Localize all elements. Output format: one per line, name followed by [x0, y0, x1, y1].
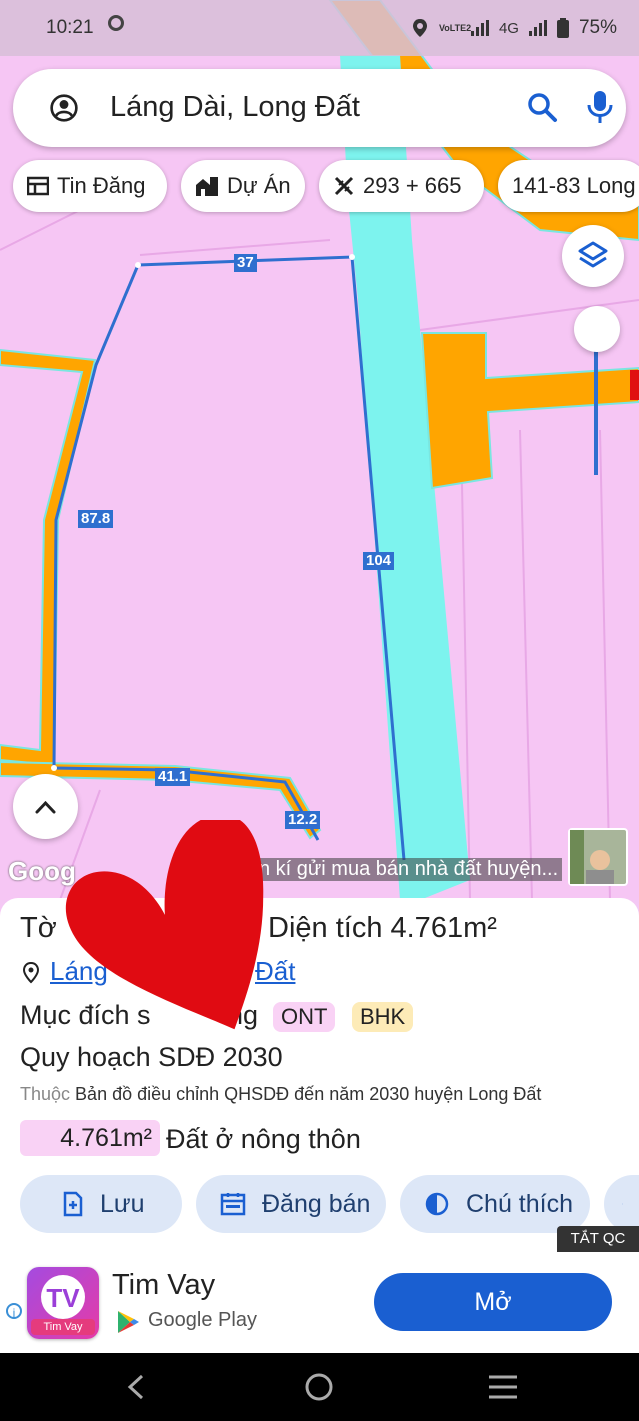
- plan-source: Thuộc Bản đồ điều chỉnh QHSDĐ đến năm 20…: [20, 1084, 541, 1105]
- plan-title: Quy hoạch SDĐ 2030: [20, 1042, 283, 1072]
- plan-source-prefix: Thuộc: [20, 1084, 71, 1104]
- calendar-icon: [220, 1193, 246, 1216]
- account-icon[interactable]: [49, 93, 79, 123]
- plan-source-text: Bản đồ điều chỉnh QHSDĐ đến năm 2030 huy…: [75, 1084, 542, 1104]
- close-ad-button[interactable]: TẮT QC: [557, 1226, 639, 1252]
- chip-label: 293 + 665: [363, 173, 462, 198]
- edge-label: 87.8: [78, 510, 114, 528]
- search-icon[interactable]: [526, 91, 558, 123]
- location-pin-icon: [22, 962, 40, 984]
- ad-banner[interactable]: i TV Tim Vay Tim Vay Google Play Mở: [0, 1253, 639, 1353]
- save-icon: [63, 1191, 83, 1217]
- app-logo-icon[interactable]: TV Tim Vay: [27, 1267, 99, 1339]
- status-bar: 10:21 VoLTE2 4G 75%: [0, 0, 639, 56]
- land-type-label: Đất ở nông thôn: [166, 1124, 361, 1154]
- ad-info-icon[interactable]: i: [6, 1303, 22, 1320]
- chip-measure[interactable]: 293 + 665: [319, 160, 484, 212]
- store-name: Google Play: [148, 1309, 257, 1331]
- sheet-label: Tờ: [20, 912, 57, 944]
- open-app-button[interactable]: Mở: [374, 1273, 612, 1331]
- location-icon: [412, 19, 427, 37]
- recents-icon[interactable]: [487, 1374, 519, 1400]
- post-sale-button[interactable]: Đăng bán: [196, 1175, 386, 1233]
- chip-label: 141-83 Long: [512, 173, 636, 198]
- chip-du-an[interactable]: Dự Án: [181, 160, 305, 212]
- layers-button[interactable]: [562, 225, 624, 287]
- area-value-chip: 4.761m²: [20, 1120, 160, 1156]
- search-bar[interactable]: Láng Dài, Long Đất: [13, 69, 626, 147]
- add-icon: [622, 1203, 623, 1205]
- save-button[interactable]: Lưu: [20, 1175, 182, 1233]
- app-logo-caption: Tim Vay: [31, 1319, 95, 1335]
- chip-label: Dự Án: [227, 173, 291, 198]
- chip-tin-dang[interactable]: Tin Đăng: [13, 160, 167, 212]
- parcel-title: Tờ Diện tích 4.761m²: [20, 912, 497, 945]
- battery-level: 75%: [578, 17, 617, 38]
- layers-icon: [578, 241, 608, 268]
- home-icon[interactable]: [303, 1371, 335, 1403]
- land-code-tag[interactable]: BHK: [352, 1002, 414, 1032]
- edge-label: 12.2: [285, 811, 321, 829]
- google-play-icon: [118, 1311, 139, 1333]
- opacity-slider-handle[interactable]: [574, 306, 620, 352]
- legend-label: Chú thích: [466, 1189, 574, 1218]
- post-sale-label: Đăng bán: [262, 1189, 371, 1218]
- volte-label: VoLTE2: [438, 22, 472, 33]
- system-nav-bar: [0, 1353, 639, 1421]
- ad-thumbnail[interactable]: [568, 828, 628, 886]
- status-time: 10:21: [46, 17, 94, 38]
- land-code-tag[interactable]: ONT: [273, 1002, 336, 1032]
- table-icon: [27, 176, 49, 196]
- battery-icon: [556, 18, 569, 38]
- chip-plot-number[interactable]: 141-83 Long: [498, 160, 639, 212]
- back-icon[interactable]: [122, 1373, 148, 1401]
- chip-label: Tin Đăng: [57, 173, 146, 198]
- sync-icon: [108, 15, 124, 31]
- search-input[interactable]: Láng Dài, Long Đất: [110, 91, 360, 124]
- heart-sticker: [65, 820, 264, 1030]
- ruler-icon: [334, 176, 354, 196]
- edge-label: 37: [234, 254, 257, 272]
- area-label: Diện tích 4.761m²: [268, 912, 497, 944]
- microphone-icon[interactable]: [586, 89, 614, 125]
- map-ad-text[interactable]: n kí gửi mua bán nhà đất huyện...: [255, 858, 563, 881]
- more-actions-button[interactable]: [604, 1175, 639, 1233]
- edge-label: 104: [363, 552, 395, 570]
- edge-label: 41.1: [155, 768, 191, 786]
- contrast-icon: [425, 1192, 449, 1216]
- signal-icon: [528, 20, 547, 36]
- network-type: 4G: [498, 19, 519, 37]
- save-label: Lưu: [100, 1189, 145, 1218]
- building-icon: [196, 177, 218, 196]
- svg-text:TV: TV: [46, 1283, 80, 1313]
- app-name[interactable]: Tim Vay: [112, 1269, 215, 1302]
- signal-icon: [470, 20, 489, 36]
- legend-button[interactable]: Chú thích: [400, 1175, 590, 1233]
